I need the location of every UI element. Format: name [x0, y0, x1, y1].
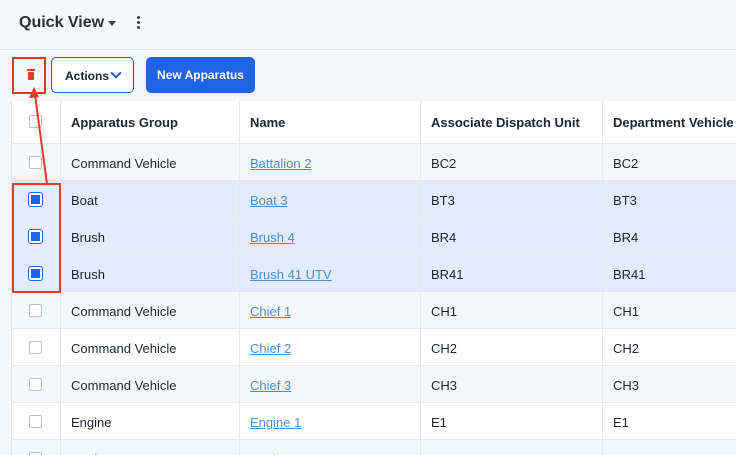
annotation-arrow: [29, 87, 48, 185]
